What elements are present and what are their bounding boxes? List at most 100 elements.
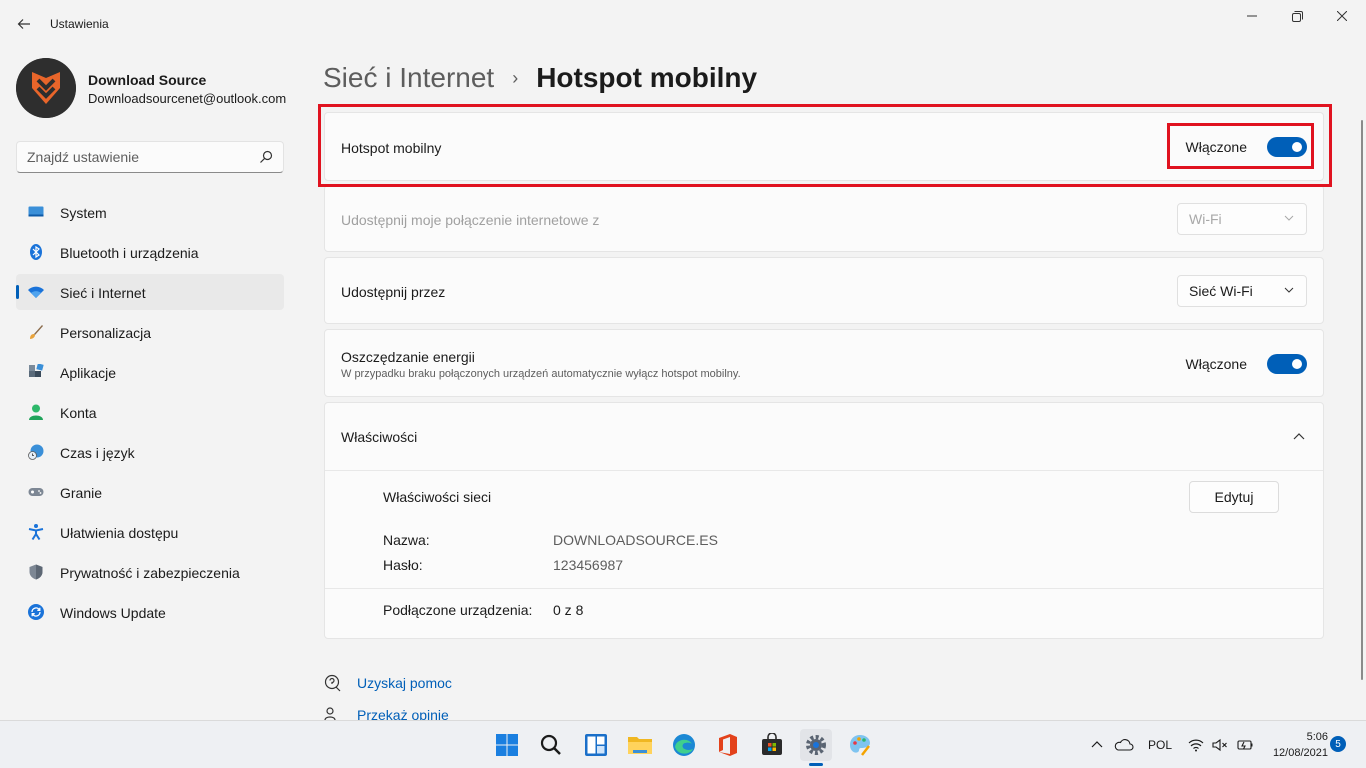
edge-icon	[673, 734, 695, 756]
close-button[interactable]	[1322, 6, 1362, 26]
divider	[325, 588, 1323, 589]
apps-icon	[29, 364, 44, 377]
page-title: Hotspot mobilny	[536, 62, 758, 93]
connected-devices-value: 0 z 8	[553, 602, 584, 618]
sidebar-item-bluetooth[interactable]: Bluetooth i urządzenia	[16, 234, 284, 270]
share-from-card: Udostępnij moje połączenie internetowe z…	[324, 185, 1324, 252]
search-input[interactable]: Znajdź ustawienie	[27, 149, 139, 165]
bluetooth-icon	[30, 244, 42, 260]
chevron-down-icon	[1284, 215, 1294, 221]
sidebar-item-privacy[interactable]: Prywatność i zabezpieczenia	[16, 554, 284, 590]
file-explorer-icon	[628, 737, 652, 754]
edit-button[interactable]: Edytuj	[1189, 481, 1279, 513]
search-icon[interactable]	[259, 150, 273, 164]
sidebar-nav: System Bluetooth i urządzenia Sieć i Int…	[16, 194, 284, 634]
sidebar-item-personalization[interactable]: Personalizacja	[16, 314, 284, 350]
gaming-icon	[28, 488, 44, 496]
sidebar-item-label: Windows Update	[60, 605, 166, 621]
sidebar-item-label: Bluetooth i urządzenia	[60, 245, 199, 261]
breadcrumb-parent[interactable]: Sieć i Internet	[323, 62, 494, 94]
windows-start-icon	[496, 734, 518, 756]
store-icon	[762, 733, 782, 755]
taskbar: POL 5:06 12/08/2021	[0, 720, 1366, 768]
share-over-value: Sieć Wi-Fi	[1189, 283, 1253, 299]
help-chat-icon	[324, 674, 341, 692]
start-button[interactable]	[491, 729, 523, 761]
clock[interactable]: 5:06 12/08/2021	[1262, 729, 1328, 761]
windows-update-icon	[28, 604, 44, 620]
properties-label: Właściwości	[341, 429, 418, 445]
widgets-button[interactable]	[580, 729, 612, 761]
breadcrumb: Sieć i Internet › Hotspot mobilny	[323, 58, 757, 98]
scrollbar[interactable]	[1361, 120, 1363, 680]
power-saving-toggle-group[interactable]: Włączone	[1186, 354, 1307, 374]
get-help-link[interactable]: Uzyskaj pomoc	[324, 674, 452, 692]
sidebar-item-accounts[interactable]: Konta	[16, 394, 284, 430]
clock-time: 5:06	[1306, 731, 1328, 743]
chevron-down-icon	[1284, 287, 1294, 293]
minimize-button[interactable]	[1232, 6, 1272, 26]
maximize-button[interactable]	[1277, 6, 1317, 26]
onedrive-icon[interactable]	[1114, 738, 1134, 752]
sidebar-item-accessibility[interactable]: Ułatwienia dostępu	[16, 514, 284, 550]
power-saving-toggle-state: Włączone	[1185, 356, 1247, 372]
time-language-icon	[28, 444, 44, 460]
get-help-label: Uzyskaj pomoc	[357, 675, 452, 691]
sidebar-item-label: Konta	[60, 405, 97, 421]
share-over-card: Udostępnij przez Sieć Wi-Fi	[324, 257, 1324, 324]
sidebar-item-time-language[interactable]: Czas i język	[16, 434, 284, 470]
paint-button[interactable]	[844, 729, 876, 761]
settings-button[interactable]	[800, 729, 832, 761]
sidebar-item-system[interactable]: System	[16, 194, 284, 230]
widgets-icon	[585, 734, 607, 756]
sidebar-item-apps[interactable]: Aplikacje	[16, 354, 284, 390]
account-icon	[29, 404, 43, 420]
properties-header[interactable]: Właściwości	[325, 403, 1323, 470]
sidebar-item-label: Granie	[60, 485, 103, 501]
office-icon	[719, 734, 737, 756]
properties-card: Właściwości Właściwości sieci Edytuj Naz…	[324, 402, 1324, 639]
language-indicator[interactable]: POL	[1148, 738, 1172, 752]
search-box[interactable]: Znajdź ustawienie	[16, 141, 284, 173]
chevron-up-icon[interactable]	[1090, 738, 1104, 752]
share-over-dropdown[interactable]: Sieć Wi-Fi	[1177, 275, 1307, 307]
back-button[interactable]	[12, 12, 36, 36]
chevron-up-icon	[1293, 433, 1305, 440]
system-icon	[28, 206, 44, 217]
arrow-left-icon	[17, 19, 30, 29]
taskbar-search-button[interactable]	[535, 729, 567, 761]
breadcrumb-separator: ›	[512, 67, 519, 88]
user-profile[interactable]: Download Source Downloadsourcenet@outloo…	[16, 58, 296, 118]
edge-button[interactable]	[668, 729, 700, 761]
sidebar-item-windows-update[interactable]: Windows Update	[16, 594, 284, 630]
app-title: Ustawienia	[50, 17, 109, 31]
volume-muted-icon[interactable]	[1212, 738, 1228, 752]
settings-icon	[806, 735, 826, 755]
network-name-key: Nazwa:	[383, 532, 430, 548]
title-bar: Ustawienia	[0, 0, 1366, 48]
share-over-label: Udostępnij przez	[341, 284, 446, 300]
sidebar-item-gaming[interactable]: Granie	[16, 474, 284, 510]
store-button[interactable]	[756, 729, 788, 761]
battery-charging-icon[interactable]	[1236, 738, 1254, 752]
sidebar-item-label: Personalizacja	[60, 325, 152, 341]
share-from-label: Udostępnij moje połączenie internetowe z	[341, 212, 600, 228]
system-tray: POL	[1090, 721, 1254, 768]
file-explorer-button[interactable]	[624, 729, 656, 761]
clock-date: 12/08/2021	[1272, 747, 1328, 759]
notification-badge[interactable]: 5	[1330, 736, 1346, 752]
profile-email: Downloadsourcenet@outlook.com	[88, 91, 287, 106]
minimize-icon	[1247, 15, 1257, 17]
sidebar-item-label: Czas i język	[60, 445, 135, 461]
power-saving-toggle[interactable]	[1267, 354, 1307, 374]
sidebar-item-network[interactable]: Sieć i Internet	[16, 274, 284, 310]
sidebar-item-label: Ułatwienia dostępu	[60, 525, 179, 541]
active-app-indicator	[809, 763, 823, 766]
accessibility-icon	[28, 524, 44, 540]
wifi-icon[interactable]	[1188, 738, 1204, 752]
close-icon	[1337, 11, 1347, 21]
shield-icon	[29, 564, 43, 580]
sidebar-item-label: Aplikacje	[60, 365, 117, 381]
office-button[interactable]	[712, 729, 744, 761]
share-from-value: Wi-Fi	[1189, 211, 1222, 227]
